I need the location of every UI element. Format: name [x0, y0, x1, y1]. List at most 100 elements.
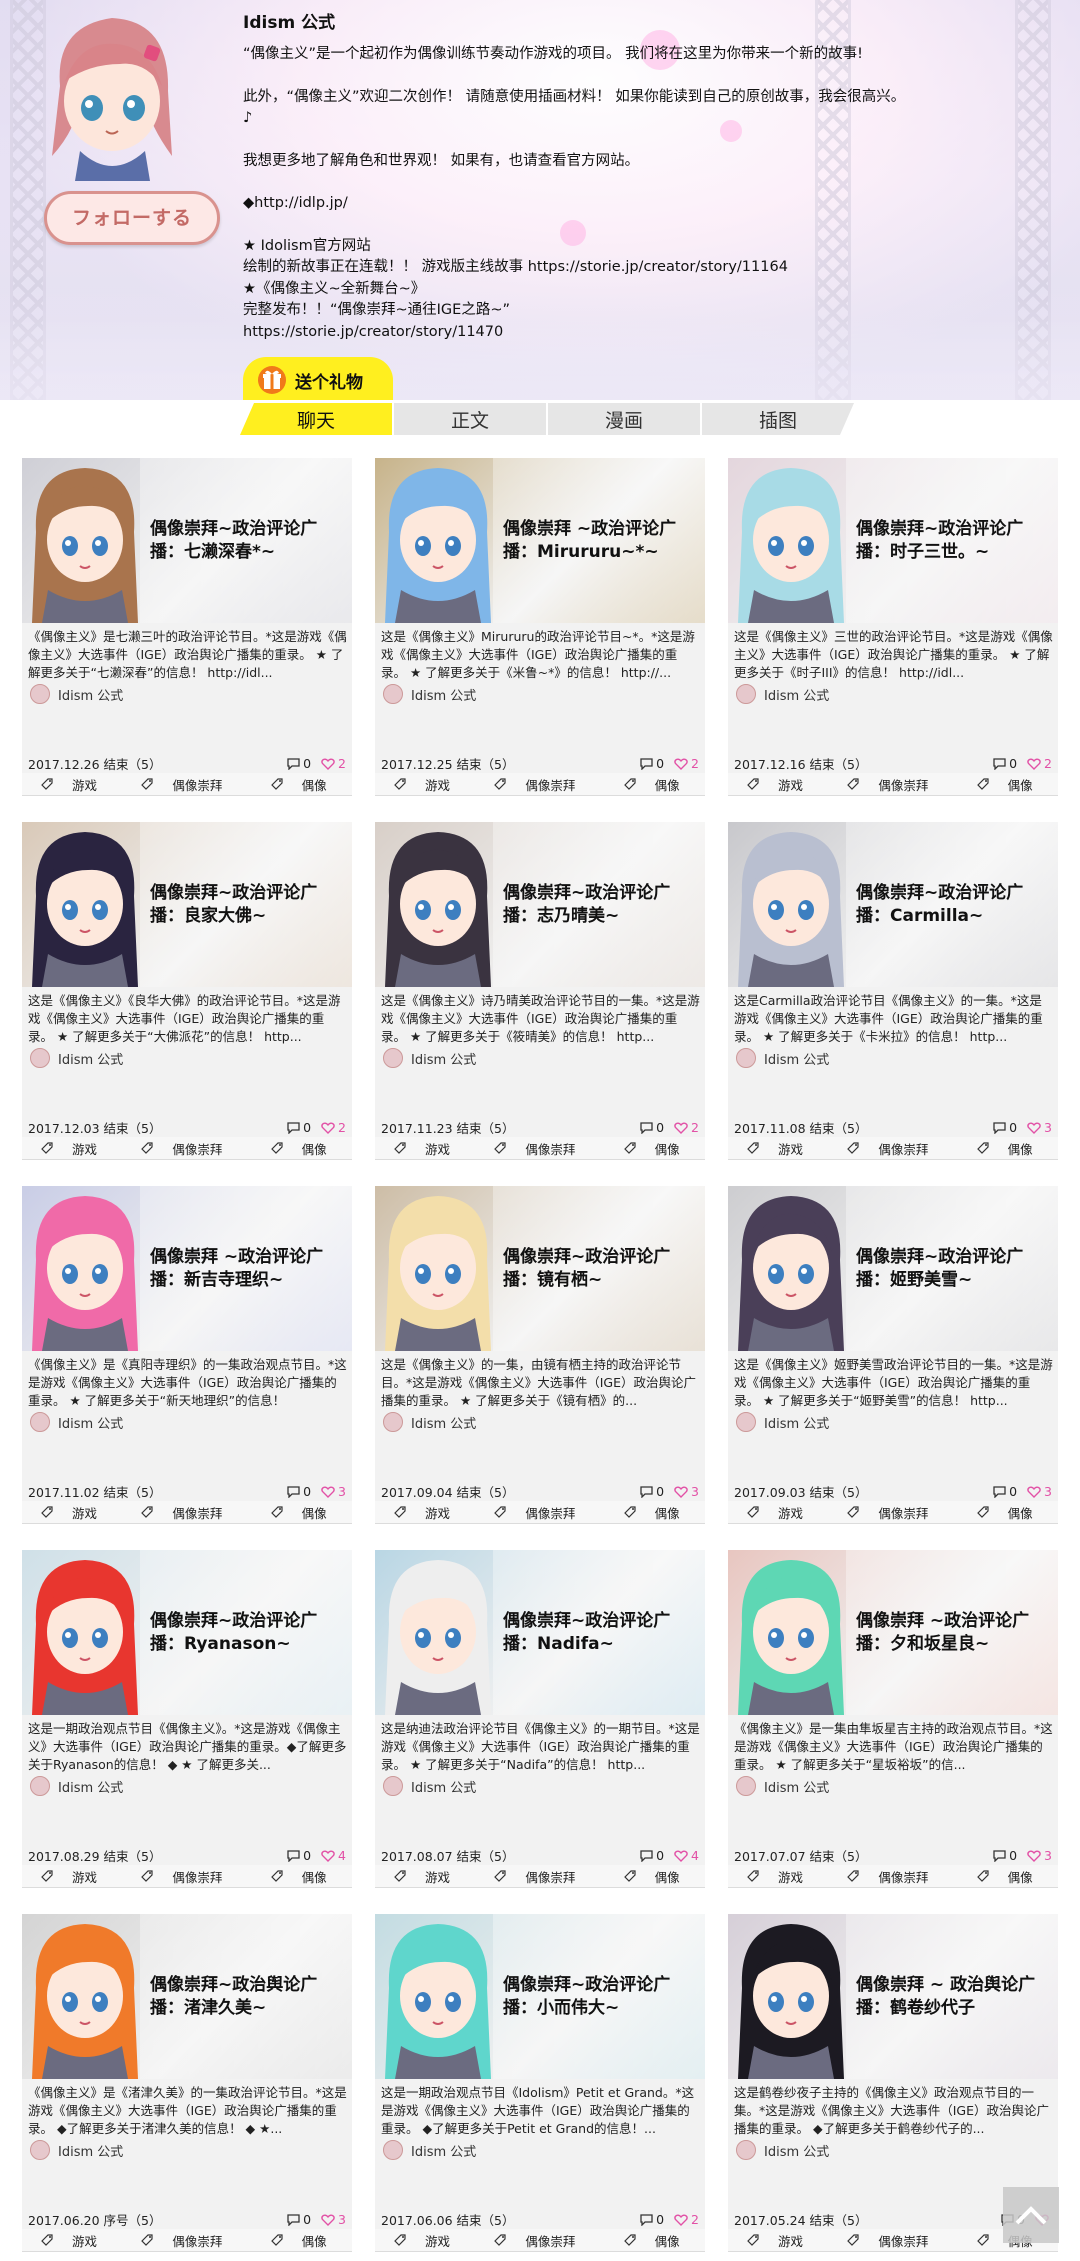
- tab-chat[interactable]: 聊天: [240, 403, 392, 435]
- story-author[interactable]: Idism 公式: [736, 1412, 829, 1432]
- story-thumbnail[interactable]: 偶像崇拜~政治舆论广播：渚津久美~: [22, 1914, 352, 2079]
- story-title[interactable]: 偶像崇拜~政治评论广播：七濑深春*~: [150, 518, 345, 564]
- tag-chip[interactable]: 偶像: [266, 775, 352, 794]
- tag-chip[interactable]: 偶像崇拜: [136, 775, 251, 794]
- tag-chip[interactable]: 游戏: [742, 1503, 828, 1522]
- story-thumbnail[interactable]: 偶像崇拜~政治评论广播：Carmilla~: [728, 822, 1058, 987]
- story-thumbnail[interactable]: 偶像崇拜 ~ 政治舆论广播：鹤卷纱代子: [728, 1914, 1058, 2079]
- like-stat[interactable]: 2: [674, 1120, 699, 1135]
- story-card[interactable]: 偶像崇拜~政治评论广播：志乃晴美~ 这是《偶像主义》诗乃晴美政治评论节目的一集。…: [375, 822, 705, 1160]
- story-title[interactable]: 偶像崇拜 ~政治评论广播：Mirururu~*~: [503, 518, 698, 564]
- tag-chip[interactable]: 偶像崇拜: [489, 1139, 604, 1158]
- like-stat[interactable]: 2: [674, 2212, 699, 2227]
- story-title[interactable]: 偶像崇拜~政治评论广播：志乃晴美~: [503, 882, 698, 928]
- tag-chip[interactable]: 偶像: [972, 1503, 1058, 1522]
- like-stat[interactable]: 2: [321, 1120, 346, 1135]
- tab-illustration[interactable]: 插图: [702, 403, 854, 435]
- tag-chip[interactable]: 偶像崇拜: [136, 2231, 251, 2250]
- story-card[interactable]: 偶像崇拜~政治评论广播：良家大佛~ 这是《偶像主义》《良华大佛》的政治评论节目。…: [22, 822, 352, 1160]
- tag-chip[interactable]: 偶像: [619, 1139, 705, 1158]
- story-card[interactable]: 偶像崇拜~政治评论广播：小而伟大~ 这是一期政治观点节目《Idolism》Pet…: [375, 1914, 705, 2252]
- tag-chip[interactable]: 游戏: [389, 2231, 475, 2250]
- tag-chip[interactable]: 偶像崇拜: [489, 2231, 604, 2250]
- tag-chip[interactable]: 偶像: [972, 1139, 1058, 1158]
- story-title[interactable]: 偶像崇拜 ~政治评论广播：夕和坂星良~: [856, 1610, 1051, 1656]
- story-card[interactable]: 偶像崇拜 ~政治评论广播：Mirururu~*~ 这是《偶像主义》Mirurur…: [375, 458, 705, 796]
- like-stat[interactable]: 2: [1027, 756, 1052, 771]
- story-card[interactable]: 偶像崇拜 ~政治评论广播：夕和坂星良~ 《偶像主义》是一集由隼坂星吉主持的政治观…: [728, 1550, 1058, 1888]
- story-title[interactable]: 偶像崇拜~政治评论广播：时子三世。~: [856, 518, 1051, 564]
- tag-chip[interactable]: 游戏: [742, 1139, 828, 1158]
- tag-chip[interactable]: 游戏: [742, 2231, 828, 2250]
- story-title[interactable]: 偶像崇拜~政治评论广播：良家大佛~: [150, 882, 345, 928]
- story-card[interactable]: 偶像崇拜~政治评论广播：Carmilla~ 这是Carmilla政治评论节目《偶…: [728, 822, 1058, 1160]
- like-stat[interactable]: 4: [674, 1848, 699, 1863]
- story-author[interactable]: Idism 公式: [30, 1776, 123, 1796]
- tag-chip[interactable]: 游戏: [36, 1503, 122, 1522]
- profile-avatar[interactable]: [40, 6, 185, 181]
- tag-chip[interactable]: 偶像崇拜: [842, 1503, 957, 1522]
- tag-chip[interactable]: 偶像: [266, 1867, 352, 1886]
- like-stat[interactable]: 2: [674, 756, 699, 771]
- story-author[interactable]: Idism 公式: [30, 684, 123, 704]
- bio-line[interactable]: ◆http://idlp.jp/: [243, 193, 963, 215]
- like-stat[interactable]: 3: [1027, 1848, 1052, 1863]
- story-title[interactable]: 偶像崇拜~政治评论广播：Carmilla~: [856, 882, 1051, 928]
- story-author[interactable]: Idism 公式: [736, 1048, 829, 1068]
- tab-text[interactable]: 正文: [394, 403, 546, 435]
- story-card[interactable]: 偶像崇拜~政治评论广播：Ryanason~ 这是一期政治观点节目《偶像主义》。*…: [22, 1550, 352, 1888]
- tag-chip[interactable]: 偶像: [619, 1503, 705, 1522]
- tag-chip[interactable]: 游戏: [36, 775, 122, 794]
- bio-line[interactable]: 绘制的新故事正在连载！！ 游戏版主线故事 https://storie.jp/c…: [243, 257, 963, 279]
- tag-chip[interactable]: 偶像: [972, 775, 1058, 794]
- story-thumbnail[interactable]: 偶像崇拜~政治评论广播：良家大佛~: [22, 822, 352, 987]
- bio-line[interactable]: https://storie.jp/creator/story/11470: [243, 322, 963, 344]
- story-card[interactable]: 偶像崇拜 ~政治评论广播：新吉寺理织~ 《偶像主义》是《真阳寺理织》的一集政治观…: [22, 1186, 352, 1524]
- send-gift-button[interactable]: 送个礼物: [243, 357, 393, 400]
- tag-chip[interactable]: 偶像: [266, 1139, 352, 1158]
- story-card[interactable]: 偶像崇拜~政治评论广播：Nadifa~ 这是纳迪法政治评论节目《偶像主义》的一期…: [375, 1550, 705, 1888]
- story-author[interactable]: Idism 公式: [30, 2140, 123, 2160]
- story-author[interactable]: Idism 公式: [30, 1048, 123, 1068]
- tag-chip[interactable]: 偶像崇拜: [489, 775, 604, 794]
- story-author[interactable]: Idism 公式: [30, 1412, 123, 1432]
- story-card[interactable]: 偶像崇拜~政治舆论广播：渚津久美~ 《偶像主义》是《渚津久美》的一集政治评论节目…: [22, 1914, 352, 2252]
- story-thumbnail[interactable]: 偶像崇拜~政治评论广播：镜有栖~: [375, 1186, 705, 1351]
- tag-chip[interactable]: 游戏: [742, 775, 828, 794]
- tag-chip[interactable]: 游戏: [389, 775, 475, 794]
- tag-chip[interactable]: 偶像崇拜: [136, 1867, 251, 1886]
- tag-chip[interactable]: 游戏: [36, 1139, 122, 1158]
- tag-chip[interactable]: 偶像崇拜: [489, 1503, 604, 1522]
- story-thumbnail[interactable]: 偶像崇拜 ~政治评论广播：夕和坂星良~: [728, 1550, 1058, 1715]
- tag-chip[interactable]: 偶像: [266, 1503, 352, 1522]
- tag-chip[interactable]: 偶像: [619, 2231, 705, 2250]
- like-stat[interactable]: 3: [321, 2212, 346, 2227]
- like-stat[interactable]: 3: [1027, 1484, 1052, 1499]
- story-author[interactable]: Idism 公式: [736, 684, 829, 704]
- story-author[interactable]: Idism 公式: [383, 1048, 476, 1068]
- story-author[interactable]: Idism 公式: [383, 1776, 476, 1796]
- tag-chip[interactable]: 游戏: [36, 1867, 122, 1886]
- story-title[interactable]: 偶像崇拜~政治舆论广播：渚津久美~: [150, 1974, 345, 2020]
- story-title[interactable]: 偶像崇拜~政治评论广播：小而伟大~: [503, 1974, 698, 2020]
- tag-chip[interactable]: 游戏: [742, 1867, 828, 1886]
- story-card[interactable]: 偶像崇拜~政治评论广播：七濑深春*~ 《偶像主义》是七濑三叶的政治评论节目。*这…: [22, 458, 352, 796]
- story-title[interactable]: 偶像崇拜~政治评论广播：Nadifa~: [503, 1610, 698, 1656]
- tag-chip[interactable]: 偶像崇拜: [136, 1139, 251, 1158]
- like-stat[interactable]: 3: [1027, 1120, 1052, 1135]
- story-thumbnail[interactable]: 偶像崇拜~政治评论广播：志乃晴美~: [375, 822, 705, 987]
- follow-button[interactable]: フォローする: [44, 191, 220, 245]
- like-stat[interactable]: 3: [674, 1484, 699, 1499]
- story-author[interactable]: Idism 公式: [736, 2140, 829, 2160]
- tag-chip[interactable]: 偶像崇拜: [136, 1503, 251, 1522]
- tab-manga[interactable]: 漫画: [548, 403, 700, 435]
- tag-chip[interactable]: 偶像: [972, 1867, 1058, 1886]
- tag-chip[interactable]: 偶像崇拜: [842, 1139, 957, 1158]
- tag-chip[interactable]: 偶像: [619, 1867, 705, 1886]
- story-thumbnail[interactable]: 偶像崇拜~政治评论广播：小而伟大~: [375, 1914, 705, 2079]
- story-thumbnail[interactable]: 偶像崇拜 ~政治评论广播：Mirururu~*~: [375, 458, 705, 623]
- tag-chip[interactable]: 偶像崇拜: [489, 1867, 604, 1886]
- like-stat[interactable]: 3: [321, 1484, 346, 1499]
- tag-chip[interactable]: 游戏: [389, 1867, 475, 1886]
- like-stat[interactable]: 2: [321, 756, 346, 771]
